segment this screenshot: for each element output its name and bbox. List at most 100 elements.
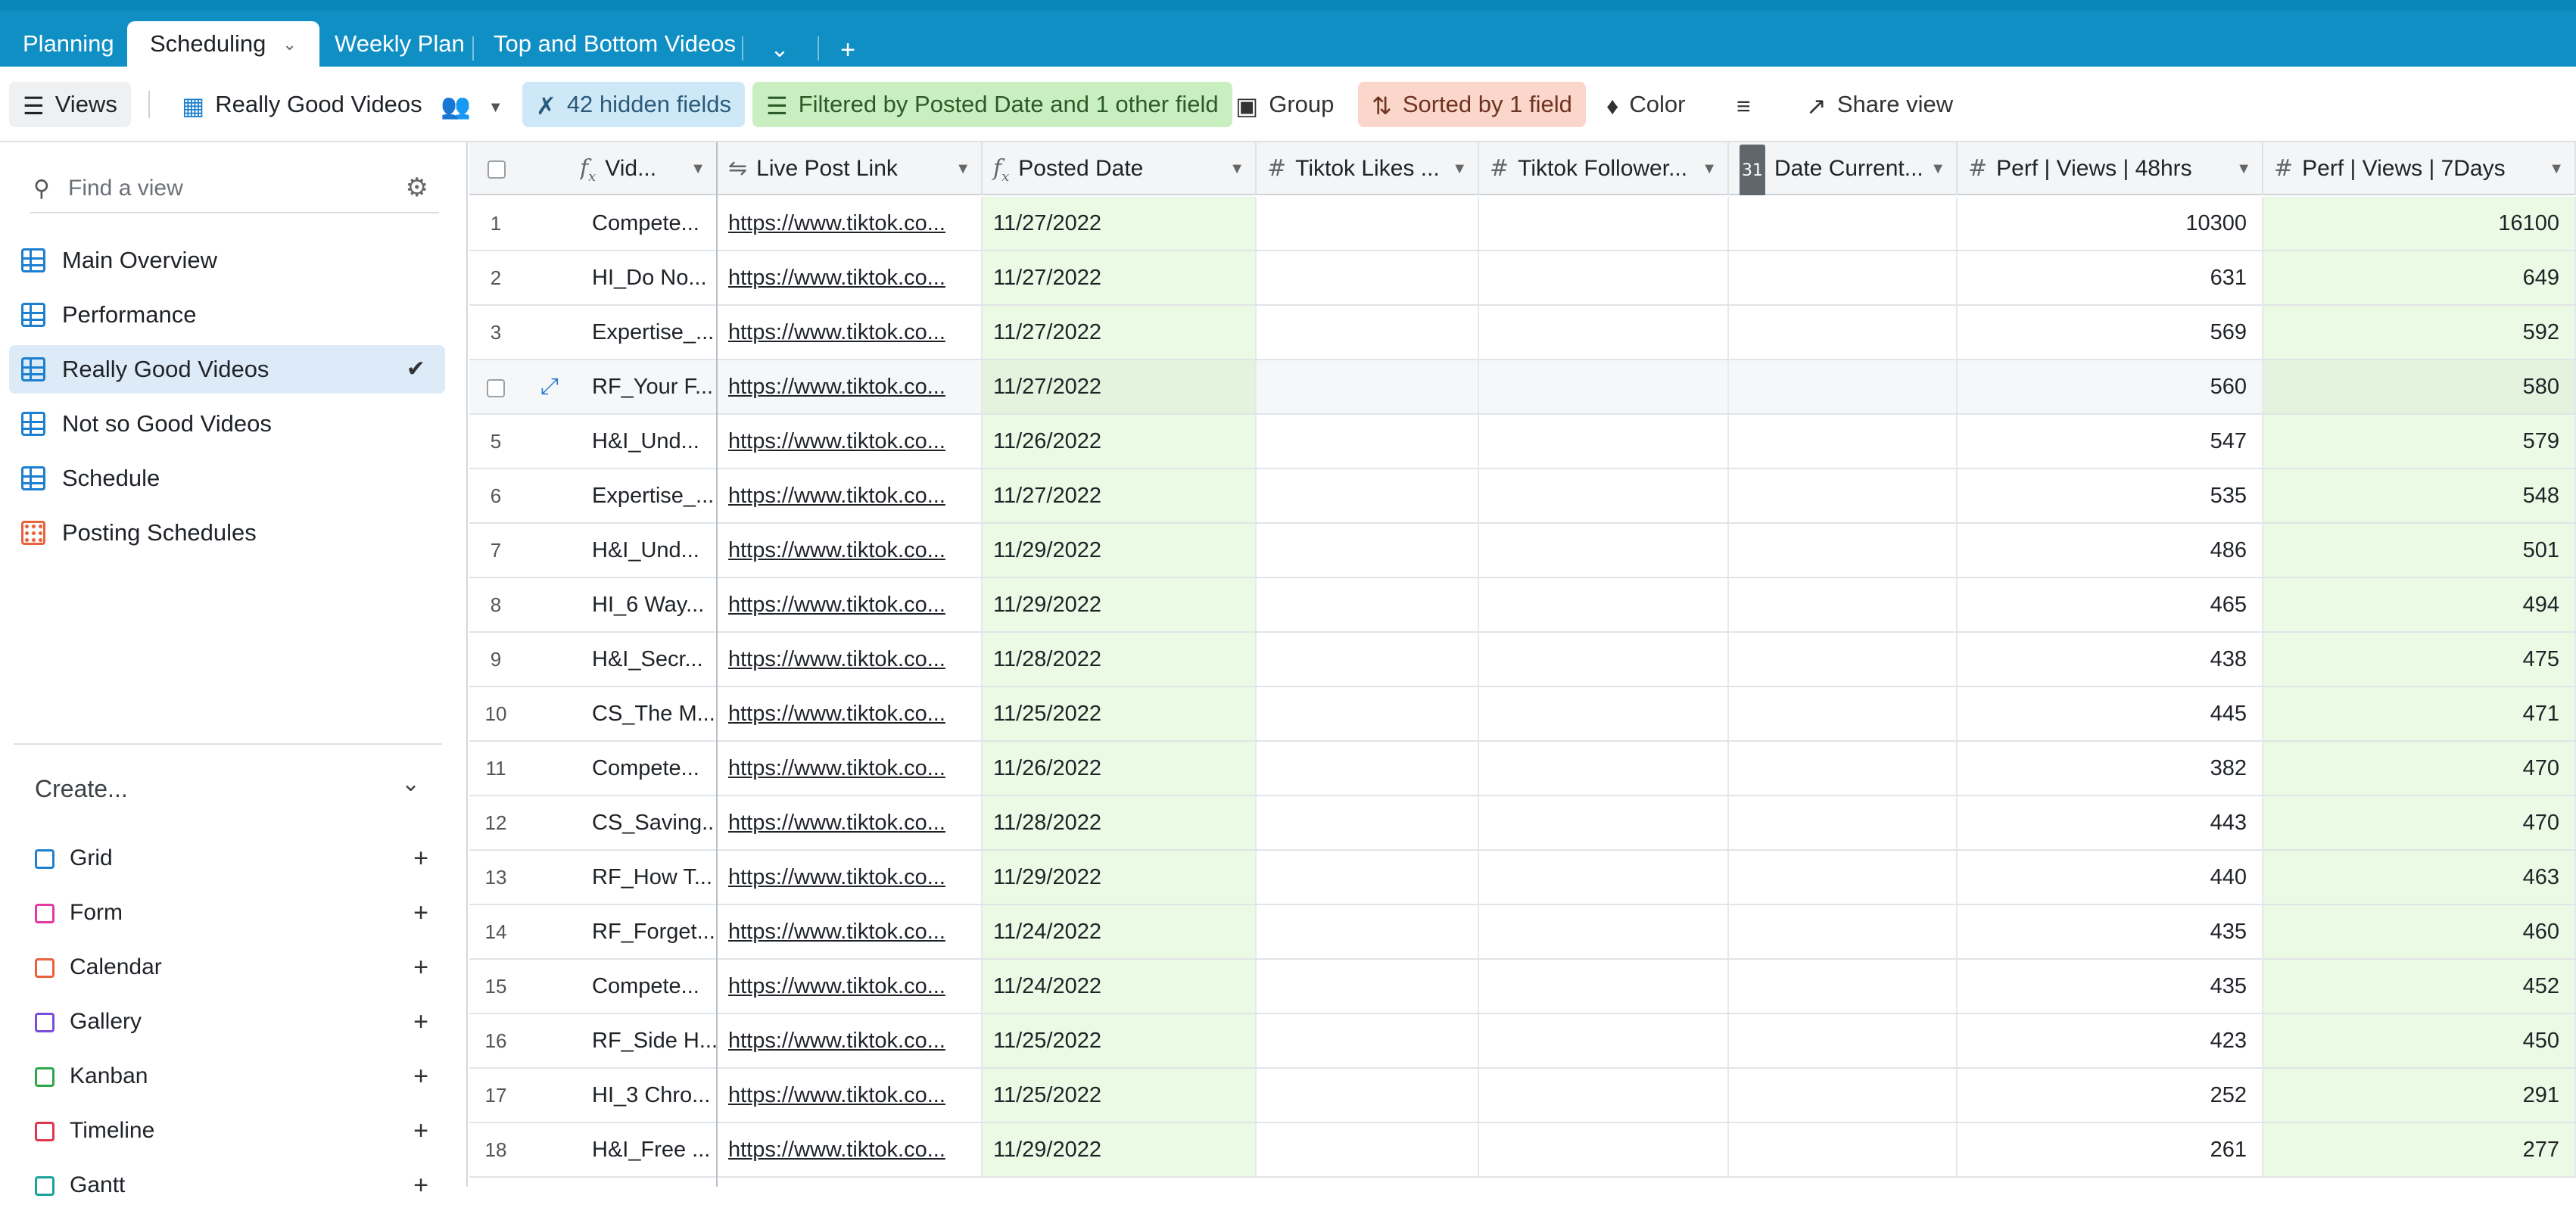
tiktok-likes-cell[interactable] bbox=[1257, 633, 1479, 686]
live-post-link-cell[interactable]: https://www.tiktok.co... bbox=[718, 633, 983, 686]
views-7days-cell[interactable]: 580 bbox=[2263, 360, 2576, 413]
plus-icon[interactable]: + bbox=[413, 1054, 428, 1099]
posted-date-cell[interactable]: 11/28/2022 bbox=[983, 633, 1257, 686]
views-7days-cell[interactable]: 471 bbox=[2263, 687, 2576, 740]
tiktok-followers-cell[interactable] bbox=[1479, 960, 1729, 1013]
live-post-link-cell[interactable]: https://www.tiktok.co... bbox=[718, 578, 983, 631]
tiktok-followers-cell[interactable] bbox=[1479, 469, 1729, 522]
tiktok-likes-cell[interactable] bbox=[1257, 251, 1479, 304]
column-header-views-7days[interactable]: # Perf | Views | 7Days ▼ bbox=[2263, 142, 2576, 195]
date-current-cell[interactable] bbox=[1729, 251, 1958, 304]
tiktok-followers-cell[interactable] bbox=[1479, 796, 1729, 849]
tiktok-likes-cell[interactable] bbox=[1257, 1123, 1479, 1176]
posted-date-cell[interactable]: 11/29/2022 bbox=[983, 524, 1257, 577]
posted-date-cell[interactable]: 11/27/2022 bbox=[983, 197, 1257, 250]
live-post-link-cell[interactable]: https://www.tiktok.co... bbox=[718, 1069, 983, 1122]
date-current-cell[interactable] bbox=[1729, 524, 1958, 577]
date-current-cell[interactable] bbox=[1729, 306, 1958, 359]
color-button[interactable]: ♦ Color bbox=[1593, 82, 1699, 127]
video-name-cell[interactable]: HI_6 Way... bbox=[581, 578, 718, 631]
table-row[interactable]: 11 Compete... https://www.tiktok.co... 11/2… bbox=[469, 742, 2576, 796]
views-7days-cell[interactable]: 450 bbox=[2263, 1014, 2576, 1067]
plus-icon[interactable]: + bbox=[413, 1163, 428, 1208]
views-7days-cell[interactable]: 277 bbox=[2263, 1123, 2576, 1176]
tiktok-likes-cell[interactable] bbox=[1257, 415, 1479, 468]
tiktok-followers-cell[interactable] bbox=[1479, 524, 1729, 577]
video-name-cell[interactable]: HI_3 Chro... bbox=[581, 1069, 718, 1122]
tiktok-followers-cell[interactable] bbox=[1479, 360, 1729, 413]
video-name-cell[interactable]: H&I_Und... bbox=[581, 415, 718, 468]
create-timeline-item[interactable]: Timeline + bbox=[35, 1108, 428, 1154]
date-current-cell[interactable] bbox=[1729, 796, 1958, 849]
sidebar-item-really-good-videos[interactable]: Really Good Videos ✔ bbox=[9, 345, 445, 394]
views-7days-cell[interactable]: 470 bbox=[2263, 742, 2576, 795]
live-post-link-cell[interactable]: https://www.tiktok.co... bbox=[718, 197, 983, 250]
views-7days-cell[interactable]: 501 bbox=[2263, 524, 2576, 577]
views-48hrs-cell[interactable]: 569 bbox=[1958, 306, 2263, 359]
live-post-link-cell[interactable]: https://www.tiktok.co... bbox=[718, 306, 983, 359]
create-kanban-item[interactable]: Kanban + bbox=[35, 1054, 428, 1099]
table-row[interactable]: 5 H&I_Und... https://www.tiktok.co... 11/26… bbox=[469, 415, 2576, 469]
posted-date-cell[interactable]: 11/25/2022 bbox=[983, 1014, 1257, 1067]
live-post-link-cell[interactable]: https://www.tiktok.co... bbox=[718, 469, 983, 522]
date-current-cell[interactable] bbox=[1729, 687, 1958, 740]
add-tab-plus-icon[interactable]: + bbox=[830, 32, 866, 68]
table-row[interactable]: 16 RF_Side H... https://www.tiktok.co... 11… bbox=[469, 1014, 2576, 1069]
caret-down-icon[interactable]: ▼ bbox=[690, 142, 706, 195]
tiktok-likes-cell[interactable] bbox=[1257, 796, 1479, 849]
tiktok-likes-cell[interactable] bbox=[1257, 687, 1479, 740]
views-7days-cell[interactable]: 452 bbox=[2263, 960, 2576, 1013]
plus-icon[interactable]: + bbox=[413, 945, 428, 990]
views-48hrs-cell[interactable]: 560 bbox=[1958, 360, 2263, 413]
tiktok-likes-cell[interactable] bbox=[1257, 851, 1479, 904]
tiktok-likes-cell[interactable] bbox=[1257, 1014, 1479, 1067]
video-name-cell[interactable]: Compete... bbox=[581, 742, 718, 795]
group-button[interactable]: ▣ Group bbox=[1222, 82, 1347, 127]
views-48hrs-cell[interactable]: 547 bbox=[1958, 415, 2263, 468]
video-name-cell[interactable]: RF_Forget... bbox=[581, 905, 718, 958]
date-current-cell[interactable] bbox=[1729, 1123, 1958, 1176]
sidebar-item-main-overview[interactable]: Main Overview bbox=[9, 236, 445, 285]
views-7days-cell[interactable]: 470 bbox=[2263, 796, 2576, 849]
date-current-cell[interactable] bbox=[1729, 197, 1958, 250]
table-row[interactable]: 10 CS_The M... https://www.tiktok.co... 11/… bbox=[469, 687, 2576, 742]
tiktok-followers-cell[interactable] bbox=[1479, 1123, 1729, 1176]
tiktok-followers-cell[interactable] bbox=[1479, 633, 1729, 686]
views-7days-cell[interactable]: 649 bbox=[2263, 251, 2576, 304]
tiktok-followers-cell[interactable] bbox=[1479, 306, 1729, 359]
live-post-link-cell[interactable]: https://www.tiktok.co... bbox=[718, 796, 983, 849]
live-post-link-cell[interactable]: https://www.tiktok.co... bbox=[718, 251, 983, 304]
views-48hrs-cell[interactable]: 443 bbox=[1958, 796, 2263, 849]
plus-icon[interactable]: + bbox=[413, 890, 428, 936]
views-48hrs-cell[interactable]: 438 bbox=[1958, 633, 2263, 686]
plus-icon[interactable]: + bbox=[413, 836, 428, 881]
date-current-cell[interactable] bbox=[1729, 1069, 1958, 1122]
views-7days-cell[interactable]: 291 bbox=[2263, 1069, 2576, 1122]
sidebar-item-schedule[interactable]: Schedule bbox=[9, 454, 445, 503]
posted-date-cell[interactable]: 11/26/2022 bbox=[983, 742, 1257, 795]
table-row[interactable]: 15 Compete... https://www.tiktok.co... 11/2… bbox=[469, 960, 2576, 1014]
date-current-cell[interactable] bbox=[1729, 415, 1958, 468]
views-48hrs-cell[interactable]: 382 bbox=[1958, 742, 2263, 795]
views-48hrs-cell[interactable]: 465 bbox=[1958, 578, 2263, 631]
caret-down-icon[interactable]: ▼ bbox=[1452, 142, 1467, 195]
views-7days-cell[interactable]: 592 bbox=[2263, 306, 2576, 359]
column-header-posted-date[interactable]: fx Posted Date ▼ bbox=[983, 142, 1257, 195]
find-view-input[interactable] bbox=[68, 171, 386, 206]
tiktok-likes-cell[interactable] bbox=[1257, 905, 1479, 958]
date-current-cell[interactable] bbox=[1729, 1014, 1958, 1067]
tiktok-followers-cell[interactable] bbox=[1479, 687, 1729, 740]
table-row[interactable]: 1 Compete... https://www.tiktok.co... 11/27… bbox=[469, 197, 2576, 251]
column-header-live-post-link[interactable]: ⇋ Live Post Link ▼ bbox=[718, 142, 983, 195]
column-header-tiktok-followers[interactable]: # Tiktok Follower... ▼ bbox=[1479, 142, 1729, 195]
live-post-link-cell[interactable]: https://www.tiktok.co... bbox=[718, 905, 983, 958]
video-name-cell[interactable]: H&I_Free ... bbox=[581, 1123, 718, 1176]
create-gallery-item[interactable]: Gallery + bbox=[35, 999, 428, 1045]
share-view-button[interactable]: ↗ Share view bbox=[1793, 82, 1967, 127]
tab-planning[interactable]: Planning bbox=[0, 21, 137, 67]
live-post-link-cell[interactable]: https://www.tiktok.co... bbox=[718, 687, 983, 740]
views-7days-cell[interactable]: 548 bbox=[2263, 469, 2576, 522]
views-48hrs-cell[interactable]: 423 bbox=[1958, 1014, 2263, 1067]
video-name-cell[interactable]: H&I_Und... bbox=[581, 524, 718, 577]
table-row[interactable]: 13 RF_How T... https://www.tiktok.co... 11/… bbox=[469, 851, 2576, 905]
